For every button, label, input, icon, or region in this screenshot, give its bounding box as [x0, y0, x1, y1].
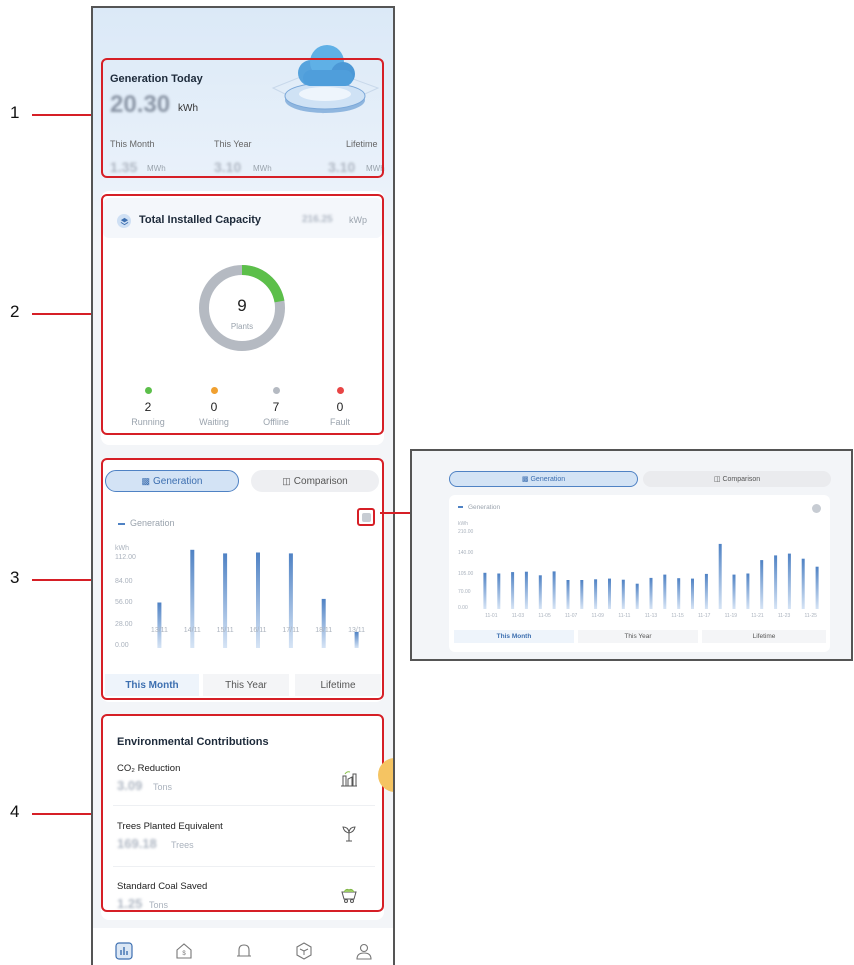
- bar: [732, 574, 736, 609]
- bar: [524, 571, 528, 609]
- bar: [815, 566, 819, 609]
- zoom-tab-comparison[interactable]: ◫ Comparison: [643, 471, 831, 487]
- zoom-x-tick: 11-15: [671, 613, 684, 619]
- zoom-y-tick: 105.00: [458, 571, 474, 577]
- highlight-box-3: [101, 458, 384, 700]
- zoom-period-this-year-label: This Year: [624, 633, 652, 640]
- bar: [801, 558, 805, 609]
- annotation-1: 1: [10, 103, 20, 122]
- zoom-legend-label: Generation: [468, 504, 501, 511]
- bottom-navigation: $: [93, 928, 393, 965]
- zoom-x-tick: 11-21: [751, 613, 764, 619]
- bar: [608, 578, 611, 609]
- zoom-tab-generation[interactable]: ▩ Generation: [449, 471, 638, 487]
- comparison-icon: ◫: [713, 476, 721, 483]
- zoomed-chart-panel: ▩ Generation ◫ Comparison Generation kWh 2…: [410, 449, 853, 661]
- annotation-3-line: [32, 579, 96, 581]
- profile-icon[interactable]: [355, 942, 373, 960]
- annotation-3: 3: [10, 568, 20, 587]
- zoom-period-this-year[interactable]: This Year: [578, 630, 698, 643]
- bar: [538, 575, 542, 609]
- bar: [677, 578, 681, 609]
- bar: [483, 572, 487, 609]
- bar-chart-icon: ▩: [521, 476, 529, 483]
- zoom-y-unit: kWh: [458, 521, 468, 527]
- zoom-period-lifetime[interactable]: Lifetime: [702, 630, 826, 643]
- chart-icon[interactable]: [115, 942, 133, 960]
- zoom-x-tick: 11-19: [724, 613, 738, 619]
- zoom-x-tick: 11-07: [564, 613, 578, 619]
- bar: [594, 579, 598, 609]
- bar: [691, 578, 694, 609]
- highlight-box-1: [101, 58, 384, 178]
- bar: [704, 573, 708, 609]
- zoom-y-tick: 70.00: [458, 589, 471, 595]
- bar: [787, 553, 791, 609]
- bar: [580, 580, 584, 609]
- phone-screen: Generation Today 20.30 kWh This Month Th…: [91, 6, 395, 965]
- bar: [511, 572, 515, 609]
- highlight-box-4: [101, 714, 384, 912]
- zoom-legend-swatch: [458, 506, 463, 509]
- bar: [552, 571, 556, 609]
- zoom-period-this-month-label: This Month: [496, 633, 532, 640]
- zoom-x-tick: 11-03: [511, 613, 525, 619]
- plant-icon[interactable]: $: [175, 942, 193, 960]
- svg-text:$: $: [182, 951, 186, 957]
- highlight-box-2: [101, 194, 384, 435]
- device-icon[interactable]: [295, 942, 313, 960]
- zoom-x-tick: 11-05: [538, 613, 551, 619]
- bar: [774, 555, 778, 609]
- zoom-x-tick: 11-25: [804, 613, 817, 619]
- zoom-y-tick: 0.00: [458, 605, 468, 611]
- zoom-legend: Generation: [458, 504, 500, 511]
- bar: [566, 580, 570, 609]
- zoom-period-this-month[interactable]: This Month: [454, 630, 574, 643]
- zoom-x-tick: 11-01: [485, 613, 498, 619]
- zoom-y-tick: 140.00: [458, 550, 474, 556]
- zoom-close-icon[interactable]: [812, 504, 821, 513]
- bar: [497, 573, 501, 609]
- bar: [621, 579, 625, 609]
- bar: [718, 543, 722, 609]
- annotation-2-line: [32, 313, 96, 315]
- zoom-x-tick: 11-11: [618, 613, 631, 619]
- bar: [649, 577, 653, 609]
- zoom-x-tick: 11-13: [644, 613, 658, 619]
- zoom-x-tick: 11-23: [777, 613, 791, 619]
- zoom-x-tick: 11-17: [698, 613, 711, 619]
- zoom-y-tick: 210.00: [458, 529, 474, 535]
- zoom-period-lifetime-label: Lifetime: [752, 633, 776, 640]
- zoom-tab-comparison-label: Comparison: [722, 475, 761, 483]
- annotation-2: 2: [10, 302, 20, 321]
- zoom-tab-generation-label: Generation: [530, 475, 566, 483]
- annotation-4: 4: [10, 802, 20, 821]
- bar: [760, 560, 764, 609]
- bar: [663, 574, 667, 609]
- bar: [746, 573, 750, 609]
- annotation-4-line: [32, 813, 96, 815]
- bar: [635, 583, 639, 609]
- zoom-bar-chart: [483, 543, 819, 609]
- alarm-icon[interactable]: [235, 942, 253, 960]
- annotation-1-line: [32, 114, 96, 116]
- zoom-x-tick: 11-09: [591, 613, 604, 619]
